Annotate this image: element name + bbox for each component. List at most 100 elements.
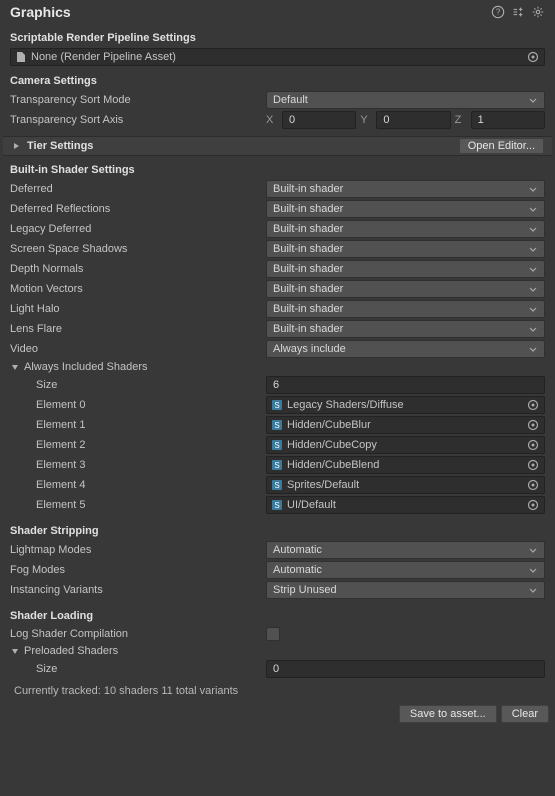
object-picker-icon[interactable] [526, 50, 540, 64]
builtin-row-dropdown[interactable]: Built-in shader [266, 240, 545, 258]
svg-text:S: S [274, 461, 279, 470]
triangle-down-icon[interactable] [10, 646, 20, 656]
chevron-down-icon [528, 565, 538, 575]
fog-label: Fog Modes [10, 564, 266, 576]
always-included-foldout[interactable]: Always Included Shaders [24, 361, 148, 373]
shader-icon: S [271, 439, 283, 451]
open-editor-button[interactable]: Open Editor... [459, 138, 544, 154]
lightmap-dropdown[interactable]: Automatic [266, 541, 545, 559]
chevron-down-icon [528, 284, 538, 294]
triangle-down-icon[interactable] [10, 362, 20, 372]
instancing-label: Instancing Variants [10, 584, 266, 596]
object-picker-icon[interactable] [526, 398, 540, 412]
builtin-row-label: Legacy Deferred [10, 223, 266, 235]
axis-y-label: Y [360, 114, 372, 126]
chevron-down-icon [528, 324, 538, 334]
log-shader-label: Log Shader Compilation [10, 628, 266, 640]
axis-z-label: Z [455, 114, 467, 126]
transp-sort-mode-dropdown[interactable]: Default [266, 91, 545, 109]
shader-icon: S [271, 459, 283, 471]
loading-section-title: Shader Loading [0, 606, 555, 625]
builtin-row-dropdown[interactable]: Built-in shader [266, 180, 545, 198]
preloaded-size-input[interactable] [266, 660, 545, 678]
element-shader-field[interactable]: S Hidden/CubeBlur [266, 416, 545, 434]
object-picker-icon[interactable] [526, 498, 540, 512]
log-shader-checkbox[interactable] [266, 627, 280, 641]
settings-icon[interactable] [531, 5, 545, 19]
svg-text:S: S [274, 401, 279, 410]
svg-text:?: ? [496, 8, 501, 17]
srp-asset-label: None (Render Pipeline Asset) [31, 51, 526, 63]
builtin-row-dropdown[interactable]: Built-in shader [266, 200, 545, 218]
clear-button[interactable]: Clear [501, 705, 549, 723]
shader-icon: S [271, 419, 283, 431]
builtin-row-label: Screen Space Shadows [10, 243, 266, 255]
svg-text:S: S [274, 481, 279, 490]
element-shader-field[interactable]: S Legacy Shaders/Diffuse [266, 396, 545, 414]
presets-icon[interactable] [511, 5, 525, 19]
axis-y-input[interactable] [376, 111, 450, 129]
page-title: Graphics [10, 4, 485, 20]
element-label: Element 2 [10, 439, 266, 451]
element-label: Element 1 [10, 419, 266, 431]
builtin-row-label: Depth Normals [10, 263, 266, 275]
builtin-row-dropdown[interactable]: Built-in shader [266, 320, 545, 338]
chevron-down-icon [528, 224, 538, 234]
builtin-row-label: Lens Flare [10, 323, 266, 335]
save-to-asset-button[interactable]: Save to asset... [399, 705, 497, 723]
always-size-input[interactable] [266, 376, 545, 394]
element-shader-field[interactable]: S Hidden/CubeCopy [266, 436, 545, 454]
preloaded-size-label: Size [10, 663, 266, 675]
camera-section-title: Camera Settings [0, 71, 555, 90]
help-icon[interactable]: ? [491, 5, 505, 19]
element-label: Element 4 [10, 479, 266, 491]
chevron-down-icon [528, 545, 538, 555]
srp-section-title: Scriptable Render Pipeline Settings [0, 28, 555, 47]
srp-asset-field[interactable]: None (Render Pipeline Asset) [10, 48, 545, 66]
builtin-row-dropdown[interactable]: Built-in shader [266, 220, 545, 238]
fog-dropdown[interactable]: Automatic [266, 561, 545, 579]
chevron-down-icon [528, 344, 538, 354]
chevron-down-icon [528, 264, 538, 274]
lightmap-label: Lightmap Modes [10, 544, 266, 556]
always-size-label: Size [10, 379, 266, 391]
triangle-right-icon[interactable] [11, 141, 21, 151]
object-picker-icon[interactable] [526, 458, 540, 472]
builtin-row-dropdown[interactable]: Built-in shader [266, 260, 545, 278]
axis-x-input[interactable] [282, 111, 356, 129]
preloaded-shaders-foldout[interactable]: Preloaded Shaders [24, 645, 118, 657]
element-label: Element 5 [10, 499, 266, 511]
instancing-dropdown[interactable]: Strip Unused [266, 581, 545, 599]
object-picker-icon[interactable] [526, 438, 540, 452]
svg-text:S: S [274, 501, 279, 510]
transp-sort-axis-label: Transparency Sort Axis [10, 114, 266, 126]
builtin-row-label: Light Halo [10, 303, 266, 315]
element-shader-field[interactable]: S UI/Default [266, 496, 545, 514]
builtin-row-label: Deferred [10, 183, 266, 195]
video-label: Video [10, 343, 266, 355]
builtin-row-dropdown[interactable]: Built-in shader [266, 280, 545, 298]
element-shader-field[interactable]: S Hidden/CubeBlend [266, 456, 545, 474]
chevron-down-icon [528, 184, 538, 194]
shader-icon: S [271, 399, 283, 411]
tier-settings-label[interactable]: Tier Settings [27, 140, 459, 152]
builtin-section-title: Built-in Shader Settings [0, 160, 555, 179]
chevron-down-icon [528, 204, 538, 214]
object-picker-icon[interactable] [526, 478, 540, 492]
transp-sort-mode-label: Transparency Sort Mode [10, 94, 266, 106]
chevron-down-icon [528, 585, 538, 595]
shader-icon: S [271, 479, 283, 491]
stripping-section-title: Shader Stripping [0, 521, 555, 540]
builtin-row-label: Motion Vectors [10, 283, 266, 295]
axis-z-input[interactable] [471, 111, 545, 129]
element-shader-field[interactable]: S Sprites/Default [266, 476, 545, 494]
chevron-down-icon [528, 95, 538, 105]
object-picker-icon[interactable] [526, 418, 540, 432]
svg-text:S: S [274, 421, 279, 430]
chevron-down-icon [528, 304, 538, 314]
element-label: Element 3 [10, 459, 266, 471]
video-dropdown[interactable]: Always include [266, 340, 545, 358]
element-label: Element 0 [10, 399, 266, 411]
builtin-row-label: Deferred Reflections [10, 203, 266, 215]
builtin-row-dropdown[interactable]: Built-in shader [266, 300, 545, 318]
